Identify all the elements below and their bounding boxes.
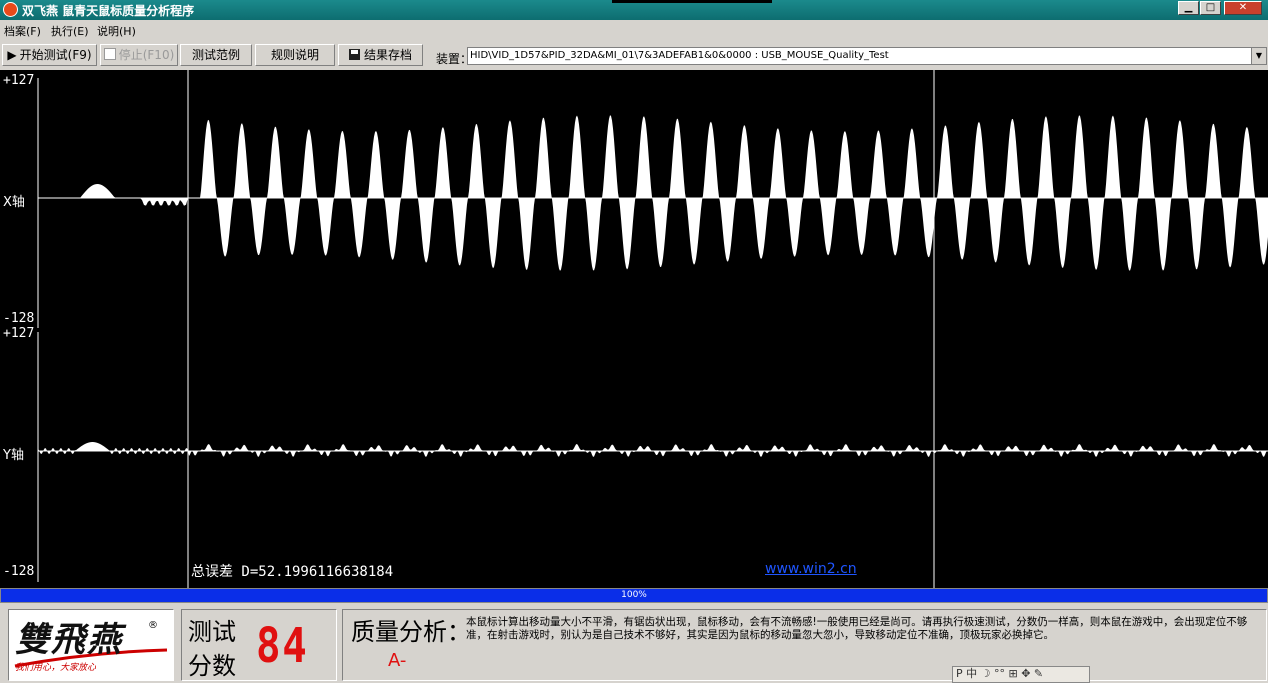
quality-description: 本鼠标计算出移动量大小不平滑，有锯齿状出现，鼠标移动，会有不流畅感!一般使用已经… xyxy=(466,616,1248,641)
close-button[interactable]: ✕ xyxy=(1224,1,1262,15)
maximize-button[interactable]: □ xyxy=(1200,1,1221,15)
y-axis-min: -128 xyxy=(3,564,35,579)
brand-name: 雙飛燕 xyxy=(15,620,123,660)
minimize-button[interactable]: ▁ xyxy=(1178,1,1199,15)
ime-toolbar[interactable]: P 中 ☽ °° ⊞ ✥ ✎ xyxy=(952,666,1090,683)
checkbox-icon xyxy=(103,48,116,60)
device-select[interactable]: HID\VID_1D57&PID_32DA&MI_01\7&3ADEFAB1&0… xyxy=(467,47,1267,65)
save-results-button[interactable]: 结果存档 xyxy=(338,44,423,66)
score-label-score: 分数 xyxy=(188,652,236,680)
score-value: 84 xyxy=(256,618,309,674)
x-axis-label: X轴 xyxy=(3,195,25,210)
menu-help[interactable]: 说明(H) xyxy=(97,23,136,39)
menu-bar: 档案(F) 执行(E) 说明(H) xyxy=(0,21,1268,39)
start-test-button[interactable]: ▶ 开始测试(F9) xyxy=(2,44,97,66)
quality-title: 质量分析： xyxy=(351,618,471,646)
title-bar: 双飞燕 鼠青天鼠标质量分析程序 ▁ □ ✕ xyxy=(0,0,1268,20)
menu-execute[interactable]: 执行(E) xyxy=(51,23,89,39)
y-waveform xyxy=(38,442,1268,457)
total-error-readout: 总误差 D=52.1996116638184 xyxy=(191,564,394,580)
play-icon: ▶ xyxy=(7,48,17,62)
x-axis-min: -128 xyxy=(3,311,35,326)
signal-plot: +127 X轴 -128 +127 Y轴 -128 总误差 D=52.19961… xyxy=(0,70,1268,588)
save-disk-icon xyxy=(348,49,360,60)
test-examples-button[interactable]: 测试范例 xyxy=(180,44,252,66)
x-axis-max: +127 xyxy=(3,73,35,88)
brand-slogan: 我们用心，大家放心 xyxy=(15,663,97,673)
menu-file[interactable]: 档案(F) xyxy=(4,23,41,39)
website-link[interactable]: www.win2.cn xyxy=(765,561,857,577)
window-title: 双飞燕 鼠青天鼠标质量分析程序 xyxy=(22,4,195,18)
rules-button[interactable]: 规则说明 xyxy=(255,44,335,66)
registered-mark: ® xyxy=(148,620,158,631)
x-waveform xyxy=(38,115,1268,271)
score-label-test: 测试 xyxy=(188,618,236,646)
device-value: HID\VID_1D57&PID_32DA&MI_01\7&3ADEFAB1&0… xyxy=(470,50,889,61)
app-icon xyxy=(3,2,18,17)
brand-logo: 雙飛燕 ® 我们用心，大家放心 xyxy=(8,609,174,681)
progress-bar: 100% xyxy=(0,588,1268,603)
chevron-down-icon[interactable]: ▼ xyxy=(1251,48,1266,64)
y-axis-label: Y轴 xyxy=(3,448,24,463)
stop-button[interactable]: 停止(F10) xyxy=(100,44,178,66)
quality-grade: A- xyxy=(388,650,407,671)
waveform-canvas xyxy=(37,70,1268,588)
score-panel: 测试 分数 84 xyxy=(181,609,337,681)
title-bar-notch xyxy=(612,0,772,3)
y-axis-max: +127 xyxy=(3,326,35,341)
quality-panel: 质量分析： A- 本鼠标计算出移动量大小不平滑，有锯齿状出现，鼠标移动，会有不流… xyxy=(342,609,1267,681)
